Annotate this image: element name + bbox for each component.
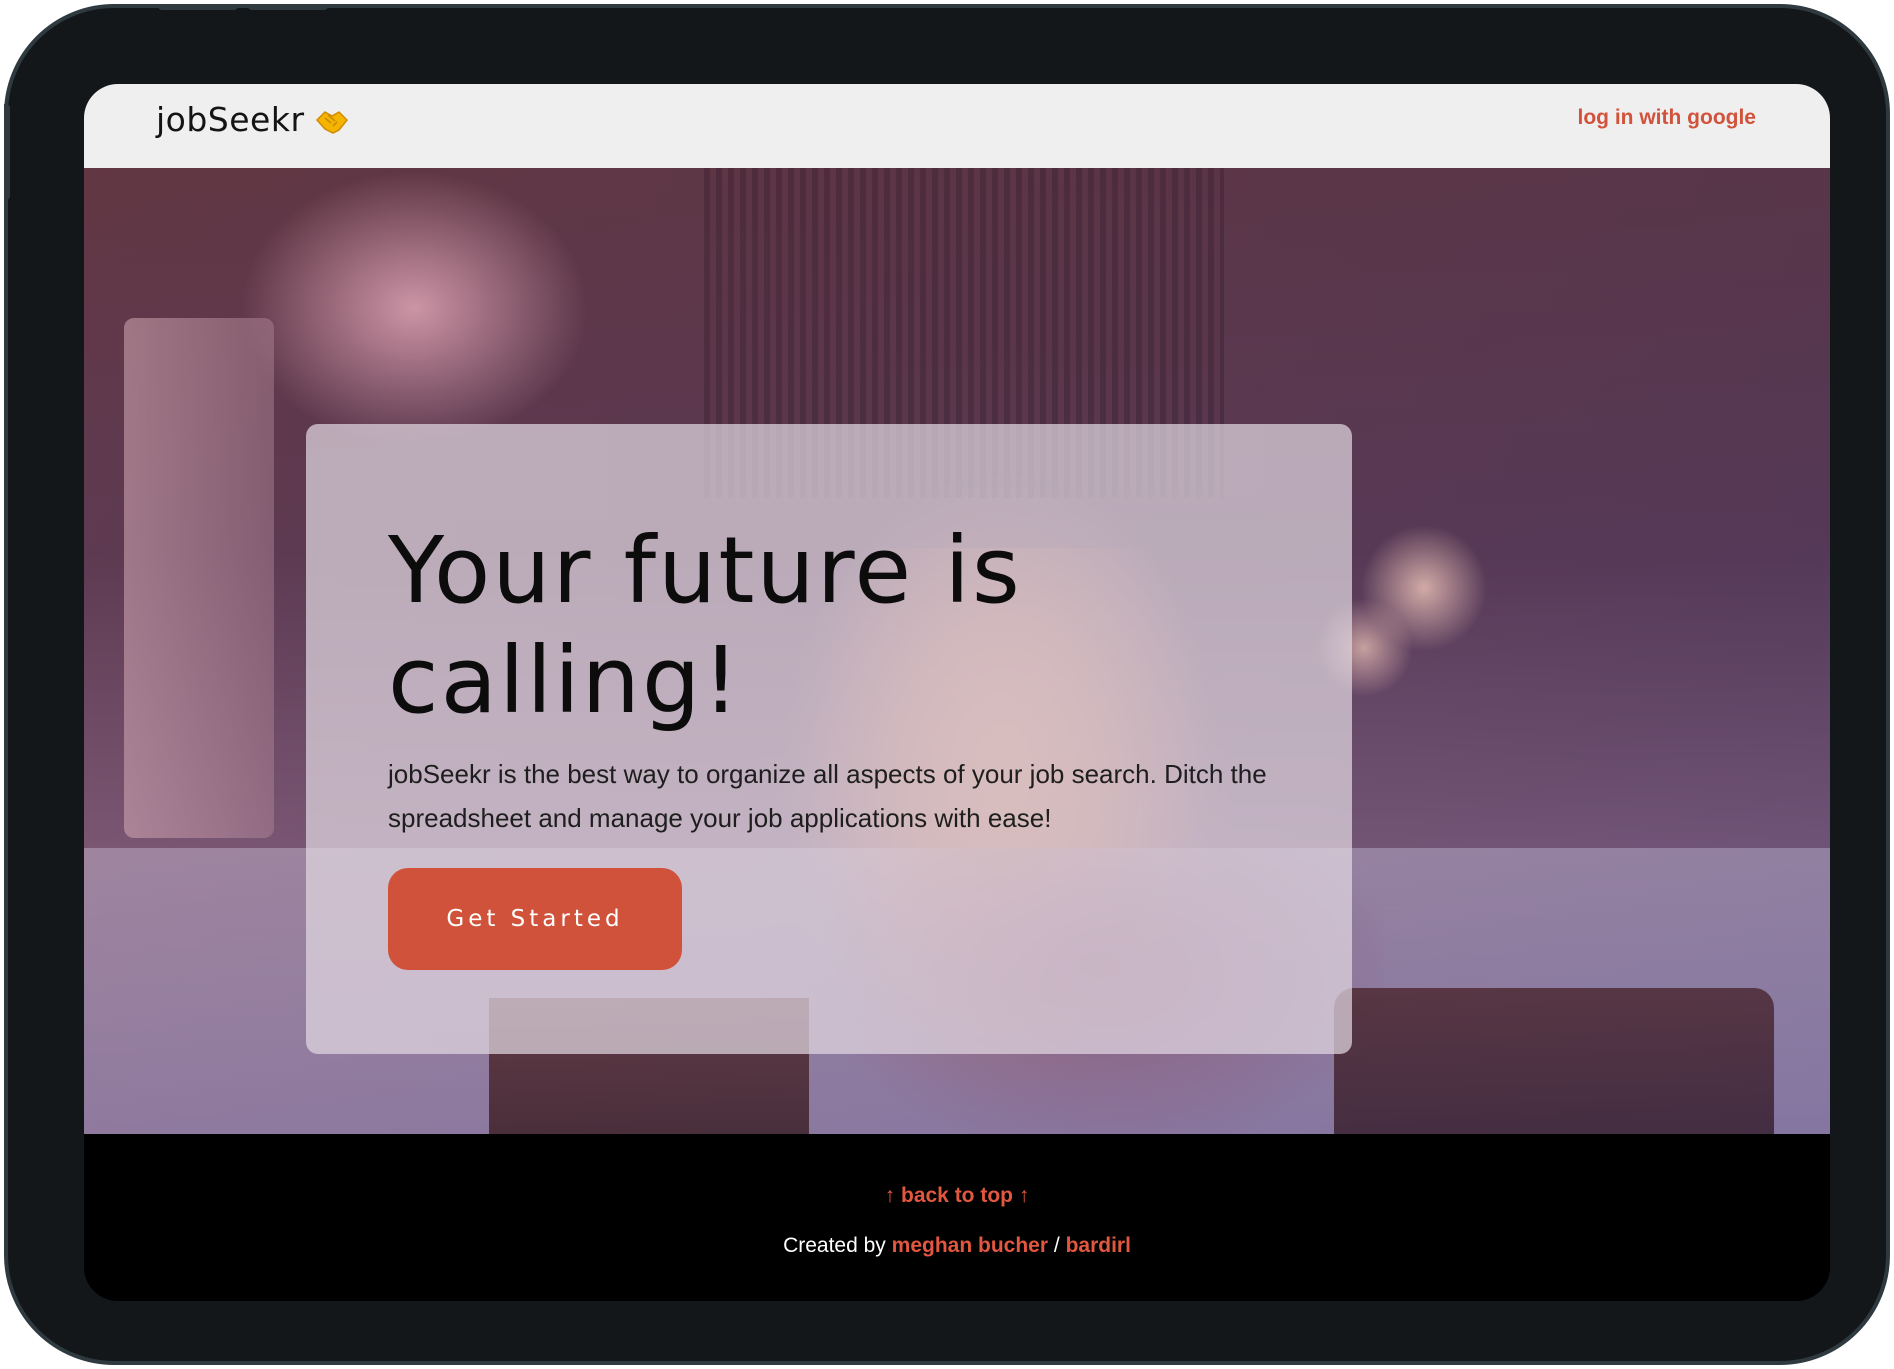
navbar: jobSeekr log in with google — [84, 84, 1830, 168]
hero-description: jobSeekr is the best way to organize all… — [388, 759, 1267, 833]
tablet-frame: jobSeekr log in with google Your future … — [4, 4, 1890, 1365]
screen: jobSeekr log in with google Your future … — [84, 84, 1830, 1301]
device-button — [248, 4, 328, 10]
created-by-label: Created by — [783, 1234, 886, 1257]
device-side-button — [4, 104, 10, 200]
device-button — [158, 4, 238, 10]
back-to-top-link[interactable]: ↑ back to top ↑ — [84, 1184, 1830, 1208]
hero-headline: Your future is calling! — [388, 517, 1022, 734]
hero-section: Your future is calling! jobSeekr is the … — [84, 168, 1830, 1134]
handle-link[interactable]: bardirl — [1066, 1234, 1131, 1257]
handshake-icon — [315, 105, 349, 135]
footer: ↑ back to top ↑ Created by meghan bucher… — [84, 1134, 1830, 1301]
footer-credits: Created by meghan bucher / bardirl — [84, 1234, 1830, 1258]
login-with-google-link[interactable]: log in with google — [1578, 106, 1756, 130]
author-link[interactable]: meghan bucher — [892, 1234, 1048, 1257]
brand-name: jobSeekr — [156, 100, 305, 139]
brand-logo[interactable]: jobSeekr — [156, 100, 349, 139]
credit-separator: / — [1053, 1234, 1060, 1257]
get-started-button[interactable]: Get Started — [388, 868, 682, 970]
hero-card: Your future is calling! jobSeekr is the … — [306, 424, 1352, 1054]
